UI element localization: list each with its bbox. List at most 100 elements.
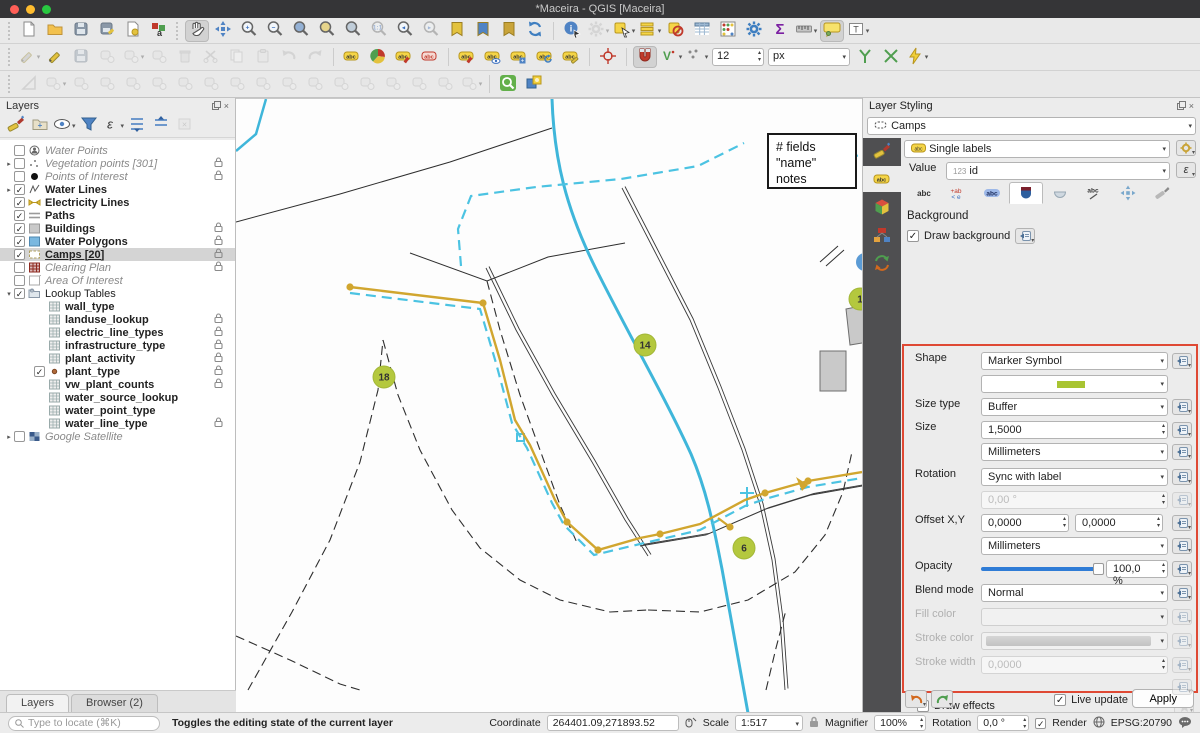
reshape-features-button[interactable]	[303, 73, 327, 95]
offset-units-override-button[interactable]	[1172, 538, 1192, 554]
layer-visibility-checkbox[interactable]: ✓	[14, 288, 25, 299]
run-feature-action-button[interactable]: ▾	[586, 20, 610, 42]
filter-by-expression-button[interactable]: ε▾	[102, 116, 125, 136]
paste-features-button[interactable]	[251, 46, 275, 68]
map-text-annotation[interactable]: # fields"name"notes	[768, 134, 856, 188]
blend-mode-override-button[interactable]	[1172, 585, 1192, 601]
offset-curve-button[interactable]	[277, 73, 301, 95]
field-calculator-button[interactable]	[716, 20, 740, 42]
remove-layer-button[interactable]: ×	[174, 116, 196, 136]
tab-background[interactable]	[1009, 182, 1043, 204]
modify-attributes-button[interactable]	[147, 46, 171, 68]
layer-item-water-point-type[interactable]: water_point_type	[0, 404, 235, 417]
change-label-properties-button[interactable]: abc	[559, 46, 583, 68]
background-symbol-button[interactable]: ▾	[981, 375, 1168, 393]
window-minimize-button[interactable]	[26, 5, 35, 14]
snapping-mode-button[interactable]: V▾	[659, 46, 683, 68]
simplify-feature-button[interactable]	[121, 73, 145, 95]
stroke-color-button[interactable]: ▾	[981, 632, 1168, 650]
map-label-marker[interactable]: 18	[373, 366, 395, 388]
split-features-button[interactable]	[355, 73, 379, 95]
save-project-as-button[interactable]	[95, 20, 119, 42]
layer-item-points-of-interest[interactable]: Points of Interest	[0, 170, 235, 183]
undo-style-button[interactable]	[905, 690, 927, 708]
label-mode-select[interactable]: abc Single labels▾	[904, 140, 1170, 158]
save-layer-edits-button[interactable]	[69, 46, 93, 68]
opacity-spinbox[interactable]: 100,0 %▴▾	[1106, 560, 1168, 578]
show-hide-labels-button[interactable]: abc	[481, 46, 505, 68]
size-units-override-button[interactable]	[1172, 444, 1192, 460]
add-group-button[interactable]: +	[29, 116, 51, 136]
fill-color-button[interactable]: ▾	[981, 608, 1168, 626]
tab-callouts[interactable]: abc	[1077, 182, 1111, 204]
layer-item-camps-20[interactable]: ✓Camps [20]	[0, 248, 235, 261]
map-label-marker[interactable]: 6	[733, 537, 755, 559]
layer-item-vegetation-points-301[interactable]: ▸Vegetation points [301]	[0, 157, 235, 170]
highlight-pinned-labels-button[interactable]: abc	[418, 46, 442, 68]
panel-close-icon[interactable]: ×	[1189, 101, 1194, 112]
layer-labeling-options-button[interactable]: abc	[340, 46, 364, 68]
move-label-button[interactable]: abc	[455, 46, 479, 68]
snap-units-combobox[interactable]: px▾	[768, 48, 850, 66]
layer-item-water-polygons[interactable]: ✓Water Polygons	[0, 235, 235, 248]
delete-selected-button[interactable]	[173, 46, 197, 68]
new-project-button[interactable]	[17, 20, 41, 42]
tab-placement[interactable]	[1111, 182, 1145, 204]
tab-shadow[interactable]	[1043, 182, 1077, 204]
metasearch-button[interactable]	[522, 73, 546, 95]
save-project-button[interactable]	[69, 20, 93, 42]
statistical-summary-button[interactable]: Σ	[768, 20, 792, 42]
panel-close-icon[interactable]: ×	[224, 101, 229, 112]
layer-item-water-lines[interactable]: ▸✓Water Lines	[0, 183, 235, 196]
zoom-out-button[interactable]: −	[263, 20, 287, 42]
fill-ring-button[interactable]	[199, 73, 223, 95]
tab-text[interactable]: abc	[907, 182, 941, 204]
deselect-features-button[interactable]	[664, 20, 688, 42]
expander-icon[interactable]: ▸	[4, 186, 14, 194]
render-checkbox[interactable]: ✓	[1035, 718, 1046, 729]
expander-icon[interactable]: ▾	[4, 290, 14, 298]
stroke-width-spinbox[interactable]: 0,0000▴▾	[981, 656, 1168, 674]
collapse-all-button[interactable]	[150, 116, 172, 136]
styling-layer-select[interactable]: Camps▾	[867, 117, 1196, 135]
layer-visibility-checkbox[interactable]: ✓	[14, 184, 25, 195]
open-attribute-table-button[interactable]	[690, 20, 714, 42]
current-edits-button[interactable]: ▾	[17, 46, 41, 68]
live-update-checkbox[interactable]: ✓	[1054, 694, 1066, 706]
offset-point-symbols-button[interactable]	[433, 73, 457, 95]
layer-visibility-checkbox[interactable]: ✓	[34, 366, 45, 377]
zoom-full-button[interactable]	[289, 20, 313, 42]
layer-item-water-line-type[interactable]: water_line_type	[0, 417, 235, 430]
rotation-deg-spinbox[interactable]: 0,00 °▴▾	[981, 491, 1168, 509]
vertex-tool-button[interactable]: ▾	[121, 46, 145, 68]
delete-ring-button[interactable]	[225, 73, 249, 95]
magnifier-spinbox[interactable]: 100%▴▾	[874, 715, 926, 731]
layer-visibility-checkbox[interactable]	[14, 145, 25, 156]
enable-advanced-digitizing-button[interactable]	[17, 73, 41, 95]
copy-features-button[interactable]	[225, 46, 249, 68]
filter-legend-button[interactable]	[78, 116, 100, 136]
zoom-to-selection-button[interactable]	[315, 20, 339, 42]
zoom-to-layer-button[interactable]	[341, 20, 365, 42]
new-spatial-bookmark-button[interactable]	[445, 20, 469, 42]
opacity-override-button[interactable]	[1172, 561, 1192, 577]
layer-visibility-checkbox[interactable]: ✓	[14, 210, 25, 221]
pin-labels-button[interactable]: abc	[392, 46, 416, 68]
layer-visibility-checkbox[interactable]	[14, 158, 25, 169]
undo-button[interactable]	[277, 46, 301, 68]
layer-visibility-checkbox[interactable]	[14, 275, 25, 286]
tab-buffer[interactable]: abc	[975, 182, 1009, 204]
add-ring-button[interactable]	[147, 73, 171, 95]
layer-item-area-of-interest[interactable]: Area Of Interest	[0, 274, 235, 287]
messages-icon[interactable]	[1178, 716, 1192, 731]
open-layer-styling-button[interactable]	[5, 116, 27, 136]
layer-item-electricity-lines[interactable]: ✓Electricity Lines	[0, 196, 235, 209]
symbology-icon[interactable]	[863, 138, 901, 164]
labels-icon[interactable]: abc	[863, 166, 901, 192]
lock-scale-icon[interactable]	[809, 716, 819, 731]
split-parts-button[interactable]	[329, 73, 353, 95]
add-feature-button[interactable]	[95, 46, 119, 68]
expand-all-button[interactable]	[126, 116, 148, 136]
layer-item-landuse-lookup[interactable]: landuse_lookup	[0, 313, 235, 326]
size-units-select[interactable]: Millimeters▾	[981, 443, 1168, 461]
